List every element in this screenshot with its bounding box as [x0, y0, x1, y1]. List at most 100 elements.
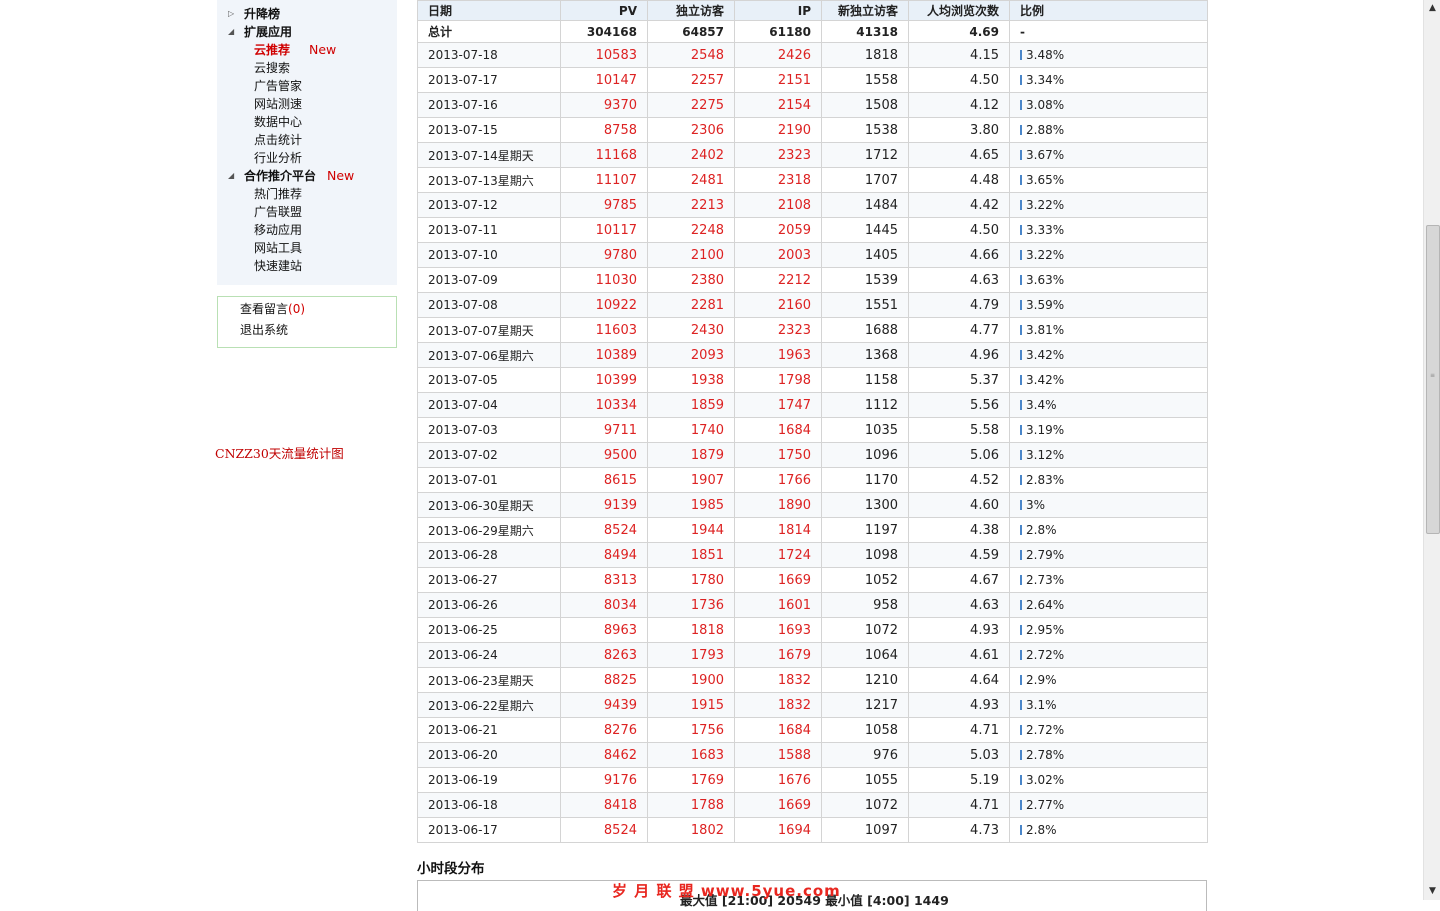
- cell-ip[interactable]: 1676: [734, 767, 822, 793]
- sidebar-item-label[interactable]: 合作推介平台: [244, 167, 316, 185]
- cell-pv[interactable]: 8263: [560, 642, 648, 668]
- cell-unique-visitors[interactable]: 1683: [647, 742, 735, 768]
- cell-pv[interactable]: 8313: [560, 567, 648, 593]
- sidebar-item[interactable]: 网站测速: [217, 95, 397, 113]
- cell-unique-visitors[interactable]: 2380: [647, 267, 735, 293]
- cell-ip[interactable]: 1669: [734, 792, 822, 818]
- cell-ip[interactable]: 1747: [734, 392, 822, 418]
- cell-pv[interactable]: 11030: [560, 267, 648, 293]
- cell-unique-visitors[interactable]: 2248: [647, 217, 735, 243]
- cell-unique-visitors[interactable]: 1769: [647, 767, 735, 793]
- cell-pv[interactable]: 10389: [560, 342, 648, 368]
- cell-unique-visitors[interactable]: 1740: [647, 417, 735, 443]
- cell-ip[interactable]: 2318: [734, 167, 822, 193]
- cell-pv[interactable]: 9176: [560, 767, 648, 793]
- cell-ip[interactable]: 1601: [734, 592, 822, 618]
- cell-ip[interactable]: 2154: [734, 92, 822, 118]
- logout-link[interactable]: 退出系统: [240, 321, 288, 339]
- cnzz-30day-chart-link[interactable]: CNZZ30天流量统计图: [215, 443, 344, 462]
- cell-ip[interactable]: 2151: [734, 67, 822, 93]
- cell-pv[interactable]: 8418: [560, 792, 648, 818]
- sidebar-item[interactable]: 点击统计: [217, 131, 397, 149]
- cell-ip[interactable]: 2160: [734, 292, 822, 318]
- cell-ip[interactable]: 2190: [734, 117, 822, 143]
- scrollbar-thumb[interactable]: ≡: [1426, 225, 1440, 534]
- cell-unique-visitors[interactable]: 1736: [647, 592, 735, 618]
- cell-pv[interactable]: 10334: [560, 392, 648, 418]
- cell-ip[interactable]: 1814: [734, 517, 822, 543]
- cell-ip[interactable]: 1963: [734, 342, 822, 368]
- cell-unique-visitors[interactable]: 2093: [647, 342, 735, 368]
- cell-pv[interactable]: 8524: [560, 517, 648, 543]
- cell-unique-visitors[interactable]: 1900: [647, 667, 735, 693]
- sidebar-item[interactable]: 移动应用: [217, 221, 397, 239]
- sidebar-item-label[interactable]: 广告管家: [254, 77, 302, 95]
- cell-ip[interactable]: 1750: [734, 442, 822, 468]
- view-messages-label[interactable]: 查看留言: [240, 302, 288, 316]
- cell-unique-visitors[interactable]: 1879: [647, 442, 735, 468]
- view-messages-link[interactable]: 查看留言(0): [240, 300, 305, 318]
- cell-ip[interactable]: 1693: [734, 617, 822, 643]
- cell-unique-visitors[interactable]: 1818: [647, 617, 735, 643]
- collapse-arrow-icon[interactable]: ◢: [228, 167, 238, 185]
- cell-unique-visitors[interactable]: 1802: [647, 817, 735, 843]
- cell-ip[interactable]: 2212: [734, 267, 822, 293]
- cell-pv[interactable]: 10399: [560, 367, 648, 393]
- cell-ip[interactable]: 1684: [734, 717, 822, 743]
- cell-ip[interactable]: 2323: [734, 317, 822, 343]
- cell-pv[interactable]: 8758: [560, 117, 648, 143]
- sidebar-item-label[interactable]: 数据中心: [254, 113, 302, 131]
- cell-pv[interactable]: 9711: [560, 417, 648, 443]
- cell-pv[interactable]: 9500: [560, 442, 648, 468]
- sidebar-item-label[interactable]: 升降榜: [244, 5, 280, 23]
- sidebar-item-label[interactable]: 热门推荐: [254, 185, 302, 203]
- cell-ip[interactable]: 2003: [734, 242, 822, 268]
- cell-unique-visitors[interactable]: 2306: [647, 117, 735, 143]
- scroll-up-icon[interactable]: ▲: [1424, 0, 1440, 17]
- cell-pv[interactable]: 10117: [560, 217, 648, 243]
- sidebar-item[interactable]: 热门推荐: [217, 185, 397, 203]
- cell-ip[interactable]: 2108: [734, 192, 822, 218]
- cell-pv[interactable]: 9780: [560, 242, 648, 268]
- column-header-date[interactable]: 日期: [417, 0, 561, 21]
- cell-pv[interactable]: 11107: [560, 167, 648, 193]
- sidebar-item-label[interactable]: 云推荐: [254, 41, 290, 59]
- cell-pv[interactable]: 9439: [560, 692, 648, 718]
- cell-unique-visitors[interactable]: 2275: [647, 92, 735, 118]
- column-header-unique-visitors[interactable]: 独立访客: [647, 0, 735, 21]
- scroll-down-icon[interactable]: ▼: [1424, 883, 1440, 900]
- cell-unique-visitors[interactable]: 1788: [647, 792, 735, 818]
- cell-pv[interactable]: 9785: [560, 192, 648, 218]
- cell-unique-visitors[interactable]: 2213: [647, 192, 735, 218]
- sidebar-item-label[interactable]: 网站测速: [254, 95, 302, 113]
- sidebar-item[interactable]: 网站工具: [217, 239, 397, 257]
- cell-pv[interactable]: 8462: [560, 742, 648, 768]
- cell-unique-visitors[interactable]: 2548: [647, 42, 735, 68]
- sidebar-item-label[interactable]: 网站工具: [254, 239, 302, 257]
- cell-ip[interactable]: 1832: [734, 667, 822, 693]
- sidebar-item[interactable]: ◢ 扩展应用: [217, 23, 397, 41]
- cell-unique-visitors[interactable]: 1780: [647, 567, 735, 593]
- cell-ip[interactable]: 2059: [734, 217, 822, 243]
- sidebar-item-label[interactable]: 移动应用: [254, 221, 302, 239]
- cell-pv[interactable]: 8494: [560, 542, 648, 568]
- messages-count[interactable]: (0): [288, 302, 305, 316]
- cell-pv[interactable]: 10583: [560, 42, 648, 68]
- column-header-pv[interactable]: PV: [560, 0, 648, 21]
- sidebar-item[interactable]: 数据中心: [217, 113, 397, 131]
- cell-pv[interactable]: 11168: [560, 142, 648, 168]
- cell-ip[interactable]: 2426: [734, 42, 822, 68]
- cell-ip[interactable]: 1669: [734, 567, 822, 593]
- cell-ip[interactable]: 1832: [734, 692, 822, 718]
- sidebar-item[interactable]: 广告管家: [217, 77, 397, 95]
- cell-pv[interactable]: 8524: [560, 817, 648, 843]
- cell-pv[interactable]: 10922: [560, 292, 648, 318]
- cell-pv[interactable]: 11603: [560, 317, 648, 343]
- column-header-ratio[interactable]: 比例: [1009, 0, 1208, 21]
- sidebar-item[interactable]: 快速建站: [217, 257, 397, 275]
- column-header-new-visitors[interactable]: 新独立访客: [821, 0, 909, 21]
- expand-arrow-icon[interactable]: ▷: [228, 5, 238, 23]
- sidebar-item[interactable]: 广告联盟: [217, 203, 397, 221]
- cell-ip[interactable]: 1724: [734, 542, 822, 568]
- sidebar-item[interactable]: 云搜索: [217, 59, 397, 77]
